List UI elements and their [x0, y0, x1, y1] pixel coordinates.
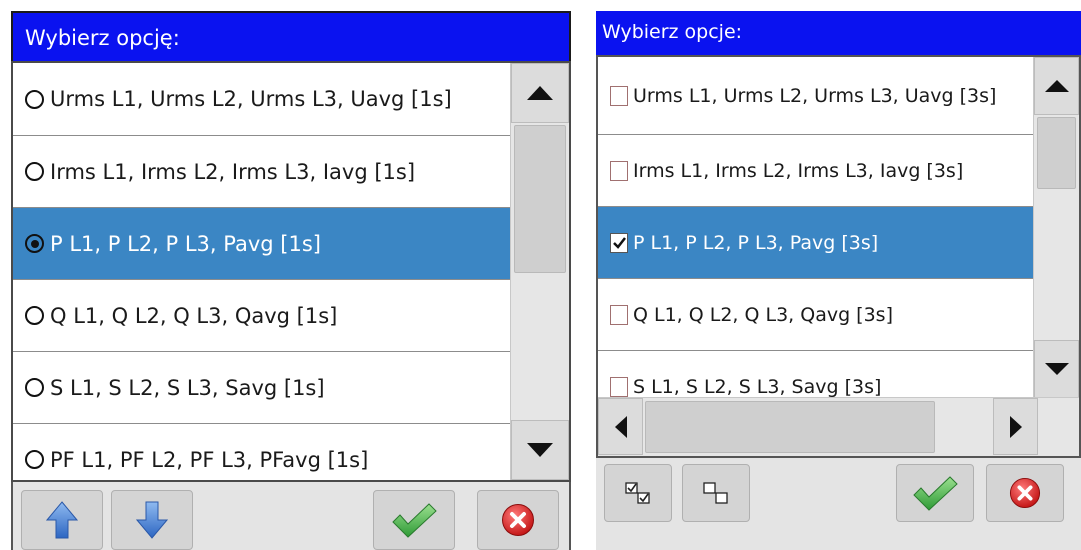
option-row-selected[interactable]: P L1, P L2, P L3, Pavg [1s]	[13, 208, 511, 280]
option-label: S L1, S L2, S L3, Savg [3s]	[633, 375, 882, 398]
option-label: Urms L1, Urms L2, Urms L3, Uavg [1s]	[50, 87, 452, 111]
option-label: Q L1, Q L2, Q L3, Qavg [1s]	[50, 303, 338, 328]
checkbox-icon[interactable]	[610, 304, 628, 325]
option-row[interactable]: Irms L1, Irms L2, Irms L3, Iavg [1s]	[13, 136, 511, 208]
option-label: Q L1, Q L2, Q L3, Qavg [3s]	[633, 303, 893, 326]
confirm-icon	[392, 503, 437, 538]
checkbox-icon[interactable]	[610, 85, 628, 106]
arrow-up-icon	[527, 86, 553, 100]
option-list: Urms L1, Urms L2, Urms L3, Uavg [1s] Irm…	[11, 61, 571, 482]
scroll-down-button[interactable]	[1034, 340, 1079, 398]
single-choice-dialog: Wybierz opcję: Urms L1, Urms L2, Urms L3…	[11, 11, 571, 550]
option-label: Irms L1, Irms L2, Irms L3, Iavg [1s]	[50, 159, 416, 184]
arrow-down-icon	[527, 443, 553, 457]
option-row[interactable]: Urms L1, Urms L2, Urms L3, Uavg [1s]	[13, 63, 511, 136]
cancel-icon	[1009, 477, 1041, 509]
arrow-right-icon	[1009, 415, 1022, 438]
radio-icon[interactable]	[25, 450, 44, 469]
option-row-selected[interactable]: P L1, P L2, P L3, Pavg [3s]	[598, 207, 1038, 279]
radio-icon[interactable]	[25, 89, 44, 109]
arrow-up-icon	[1044, 80, 1069, 92]
option-label: Irms L1, Irms L2, Irms L3, Iavg [3s]	[633, 159, 964, 182]
radio-selected-icon[interactable]	[25, 234, 44, 253]
option-row[interactable]: PF L1, PF L2, PF L3, PFavg [1s]	[13, 424, 511, 480]
vertical-scrollbar[interactable]	[1033, 57, 1079, 398]
select-all-icon	[625, 482, 650, 504]
option-row[interactable]: Urms L1, Urms L2, Urms L3, Uavg [3s]	[598, 57, 1038, 135]
arrow-left-icon	[614, 415, 627, 438]
scroll-right-button[interactable]	[993, 398, 1038, 455]
confirm-button[interactable]	[373, 490, 455, 550]
button-toolbar	[11, 482, 571, 550]
scroll-up-button[interactable]	[1034, 57, 1079, 115]
dialog-title: Wybierz opcje:	[596, 11, 1081, 55]
scroll-left-button[interactable]	[598, 398, 643, 455]
horizontal-scrollbar[interactable]	[598, 397, 1079, 456]
option-label: P L1, P L2, P L3, Pavg [3s]	[633, 231, 879, 254]
checkbox-icon[interactable]	[610, 376, 628, 397]
deselect-all-button[interactable]	[682, 464, 750, 522]
option-label: PF L1, PF L2, PF L3, PFavg [1s]	[50, 447, 369, 472]
option-row[interactable]: S L1, S L2, S L3, Savg [1s]	[13, 352, 511, 424]
radio-icon[interactable]	[25, 162, 44, 181]
move-down-button[interactable]	[111, 490, 193, 550]
multi-choice-dialog: Wybierz opcje: Urms L1, Urms L2, Urms L3…	[596, 11, 1081, 550]
scroll-down-button[interactable]	[511, 420, 569, 480]
option-label: Urms L1, Urms L2, Urms L3, Uavg [3s]	[633, 84, 997, 107]
option-list: Urms L1, Urms L2, Urms L3, Uavg [3s] Irm…	[596, 55, 1081, 458]
option-label: P L1, P L2, P L3, Pavg [1s]	[50, 231, 321, 256]
arrow-down-icon	[1044, 363, 1069, 375]
dialog-title: Wybierz opcję:	[11, 11, 571, 61]
cancel-icon	[502, 504, 534, 536]
cancel-button[interactable]	[986, 464, 1064, 522]
radio-icon[interactable]	[25, 306, 44, 325]
move-down-icon	[136, 501, 168, 539]
scroll-up-button[interactable]	[511, 63, 569, 123]
option-row[interactable]: Irms L1, Irms L2, Irms L3, Iavg [3s]	[598, 135, 1038, 207]
confirm-button[interactable]	[896, 464, 974, 522]
move-up-icon	[46, 501, 78, 539]
checkbox-icon[interactable]	[610, 160, 628, 181]
cancel-button[interactable]	[477, 490, 559, 550]
option-row[interactable]: Q L1, Q L2, Q L3, Qavg [3s]	[598, 279, 1038, 351]
move-up-button[interactable]	[21, 490, 103, 550]
scrollbar-thumb-horizontal[interactable]	[645, 401, 935, 453]
vertical-scrollbar[interactable]	[510, 63, 569, 480]
radio-icon[interactable]	[25, 378, 44, 397]
confirm-icon	[913, 476, 958, 511]
checkbox-checked-icon[interactable]	[610, 232, 628, 253]
button-toolbar	[596, 458, 1081, 550]
scrollbar-thumb[interactable]	[514, 125, 566, 273]
option-label: S L1, S L2, S L3, Savg [1s]	[50, 375, 325, 400]
scrollbar-thumb[interactable]	[1037, 117, 1076, 189]
deselect-all-icon	[703, 482, 728, 504]
option-row[interactable]: Q L1, Q L2, Q L3, Qavg [1s]	[13, 280, 511, 352]
select-all-button[interactable]	[604, 464, 672, 522]
